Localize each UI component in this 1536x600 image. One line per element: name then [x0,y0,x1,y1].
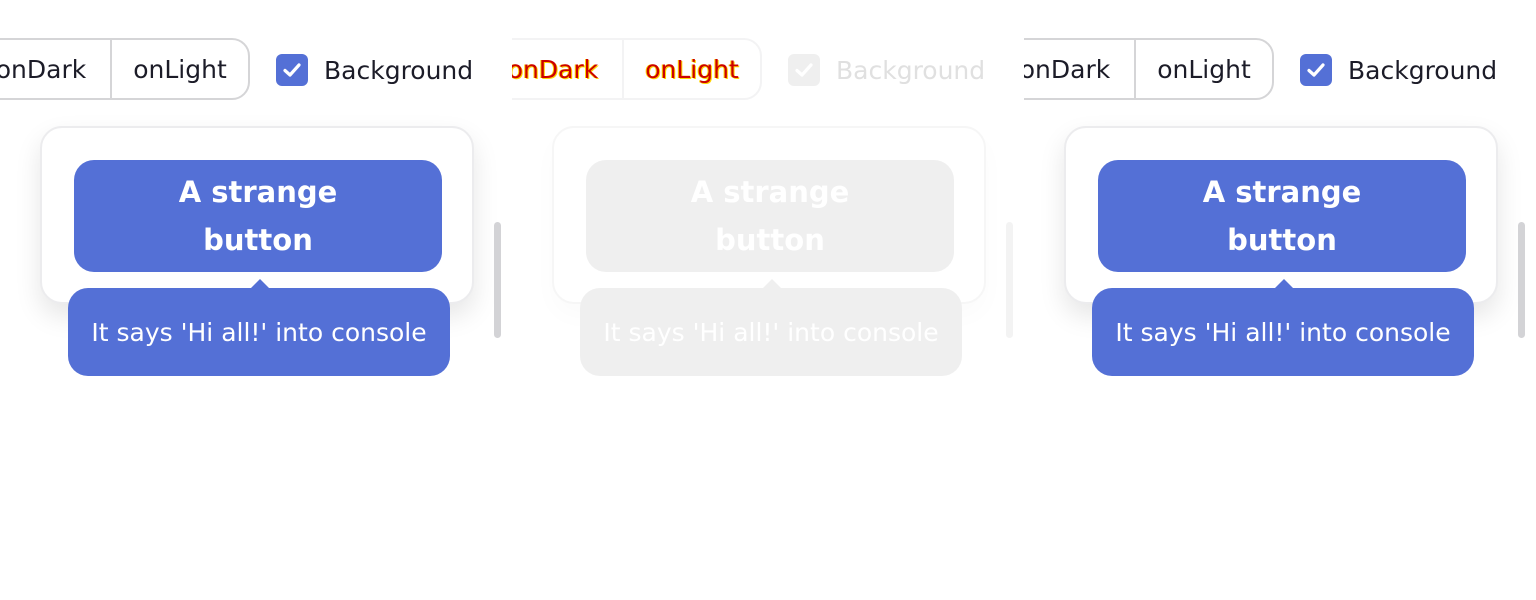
strange-button-label: A strange button [690,175,850,257]
theme-option-onlight[interactable]: onLight [112,40,248,98]
checkbox-checked[interactable] [276,54,308,86]
theme-option-ondark[interactable]: onDark [1024,40,1136,98]
background-checkbox-label: Background [324,55,474,85]
demo-panel-2: onDark onLight Background A strange butt… [512,0,1024,600]
background-checkbox[interactable]: Background [276,54,473,86]
theme-option-onlight[interactable]: onLight [624,40,760,98]
theme-segmented-control: onDark onLight [0,38,250,100]
theme-segmented-control: onDark onLight [512,38,762,100]
demo-panel-3: onDark onLight Background A strange butt… [1024,0,1536,600]
scrollbar-thumb[interactable] [1518,222,1525,338]
theme-option-ondark[interactable]: onDark [0,40,112,98]
scrollbar-thumb[interactable] [1006,222,1013,338]
background-checkbox[interactable]: Background [1300,54,1497,86]
strange-button[interactable]: A strange button [586,160,954,272]
strange-button[interactable]: A strange button [74,160,442,272]
checkbox-checked[interactable] [1300,54,1332,86]
theme-option-ondark[interactable]: onDark [512,40,624,98]
checkmark-icon [1307,63,1325,77]
background-checkbox[interactable]: Background [788,54,985,86]
tooltip: It says 'Hi all!' into console [580,288,962,376]
theme-option-onlight[interactable]: onLight [1136,40,1272,98]
strange-button[interactable]: A strange button [1098,160,1466,272]
theme-segmented-control: onDark onLight [1024,38,1274,100]
background-checkbox-label: Background [1348,55,1498,85]
checkmark-icon [283,63,301,77]
background-checkbox-label: Background [836,55,986,85]
checkbox-checked[interactable] [788,54,820,86]
tooltip: It says 'Hi all!' into console [1092,288,1474,376]
checkmark-icon [795,63,813,77]
strange-button-label: A strange button [178,175,338,257]
demo-panel-1: onDark onLight Background A strange butt… [0,0,512,600]
tooltip: It says 'Hi all!' into console [68,288,450,376]
scrollbar-thumb[interactable] [494,222,501,338]
strange-button-label: A strange button [1202,175,1362,257]
